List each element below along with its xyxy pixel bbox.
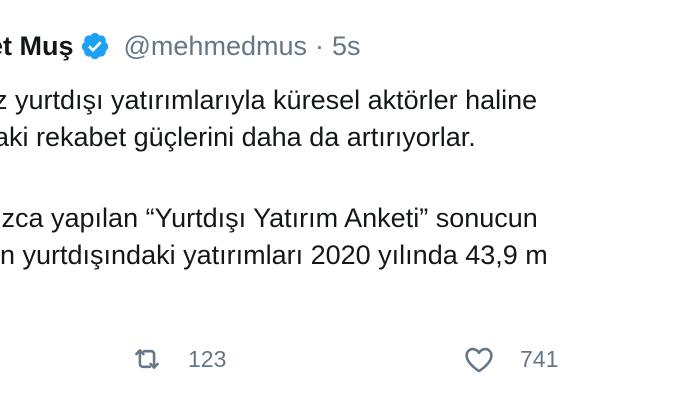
tweet-header: et Muş @mehmedmus · 5s	[0, 26, 700, 66]
like-button[interactable]: 741	[462, 342, 558, 376]
separator-dot: ·	[314, 30, 324, 61]
tweet-text-line: ızca yapılan “Yurtdışı Yatırım Anketi” s…	[0, 203, 538, 233]
tweet-text: z yurtdışı yatırımlarıyla küresel aktörl…	[0, 82, 700, 274]
tweet-text-line: z yurtdışı yatırımlarıyla küresel aktörl…	[0, 85, 538, 115]
tweet-text-line	[0, 156, 700, 200]
tweet-actions: 123 741	[0, 342, 700, 382]
tweet-text-line: in yurtdışındaki yatırımları 2020 yılınd…	[0, 240, 548, 270]
heart-icon	[462, 342, 496, 376]
retweet-count: 123	[188, 345, 227, 372]
author-name[interactable]: et Muş	[0, 31, 74, 62]
tweet-timestamp[interactable]: 5s	[332, 31, 361, 62]
retweet-icon	[130, 342, 164, 376]
like-count: 741	[520, 345, 559, 372]
tweet-text-line: aki rekabet güçlerini daha da artırıyorl…	[0, 122, 476, 152]
author-handle[interactable]: @mehmedmus	[124, 31, 307, 62]
retweet-button[interactable]: 123	[130, 342, 226, 376]
verified-badge-icon	[80, 31, 110, 61]
